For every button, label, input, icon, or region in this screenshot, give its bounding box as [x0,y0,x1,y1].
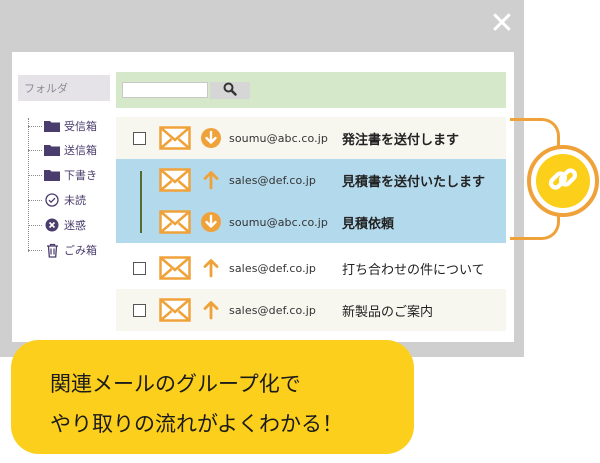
callout-line-1: 関連メールのグループ化で [50,372,301,396]
search-icon [223,81,237,100]
sidebar-item-label: 未読 [64,194,86,207]
message-row[interactable]: sales@def.co.jp 新製品のご案内 [116,289,506,331]
folder-header: フォルダ [18,75,110,101]
priority-up-icon [200,169,222,191]
message-checkbox[interactable] [133,303,146,317]
search-button[interactable] [210,82,250,99]
message-subject: 打ち合わせの件について [342,262,485,278]
message-subject: 見積依頼 [342,216,395,232]
folder-icon [44,119,60,133]
message-sender: sales@def.co.jp [229,173,316,187]
message-sender: sales@def.co.jp [229,303,316,317]
sidebar-item-drafts[interactable]: 下書き [28,166,97,184]
trash-icon [44,243,60,258]
search-input[interactable] [122,82,208,98]
sidebar-item-spam[interactable]: 迷惑 [28,216,86,234]
sidebar-item-label: ごみ箱 [64,244,97,257]
check-circle-icon [44,193,60,207]
envelope-icon [159,168,191,192]
link-badge [527,145,599,217]
message-subject: 発注書を送付します [342,132,460,148]
sidebar-item-label: 受信箱 [64,120,97,133]
message-sender: soumu@abc.co.jp [229,215,329,229]
x-circle-icon [44,218,60,232]
message-subject: 見積書を送付いたします [342,174,486,190]
priority-up-icon [200,257,222,279]
priority-down-icon [200,127,222,149]
callout-text: 関連メールのグループ化で やり取りの流れがよくわかる！ [50,364,410,444]
message-row[interactable]: soumu@abc.co.jp 見積依頼 [116,201,506,243]
message-row[interactable]: sales@def.co.jp 打ち合わせの件について [116,247,506,289]
close-button[interactable]: ✕ [486,8,518,40]
message-sender: sales@def.co.jp [229,261,316,275]
folder-icon [44,143,60,157]
callout-line-2: やり取りの流れがよくわかる！ [50,412,343,436]
envelope-icon [159,210,191,234]
sidebar-item-unread[interactable]: 未読 [28,191,86,209]
envelope-icon [159,298,191,322]
folder-icon [44,168,60,182]
message-subject: 新製品のご案内 [342,304,434,320]
message-row[interactable]: soumu@abc.co.jp 発注書を送付します [116,117,506,159]
sidebar-item-label: 下書き [64,169,97,182]
message-checkbox[interactable] [133,261,146,275]
close-icon: ✕ [489,6,515,41]
priority-down-icon [200,211,222,233]
envelope-icon [159,126,191,150]
sidebar-item-label: 送信箱 [64,144,97,157]
priority-up-icon [200,299,222,321]
envelope-icon [159,256,191,280]
message-row[interactable]: sales@def.co.jp 見積書を送付いたします [116,159,506,201]
sidebar-item-label: 迷惑 [64,219,86,232]
thread-group-line [140,171,142,233]
message-checkbox[interactable] [133,131,146,145]
sidebar-item-trash[interactable]: ごみ箱 [28,241,97,259]
link-icon [546,162,580,200]
sidebar-item-outbox[interactable]: 送信箱 [28,141,97,159]
message-sender: soumu@abc.co.jp [229,131,329,145]
sidebar-item-inbox[interactable]: 受信箱 [28,117,97,135]
